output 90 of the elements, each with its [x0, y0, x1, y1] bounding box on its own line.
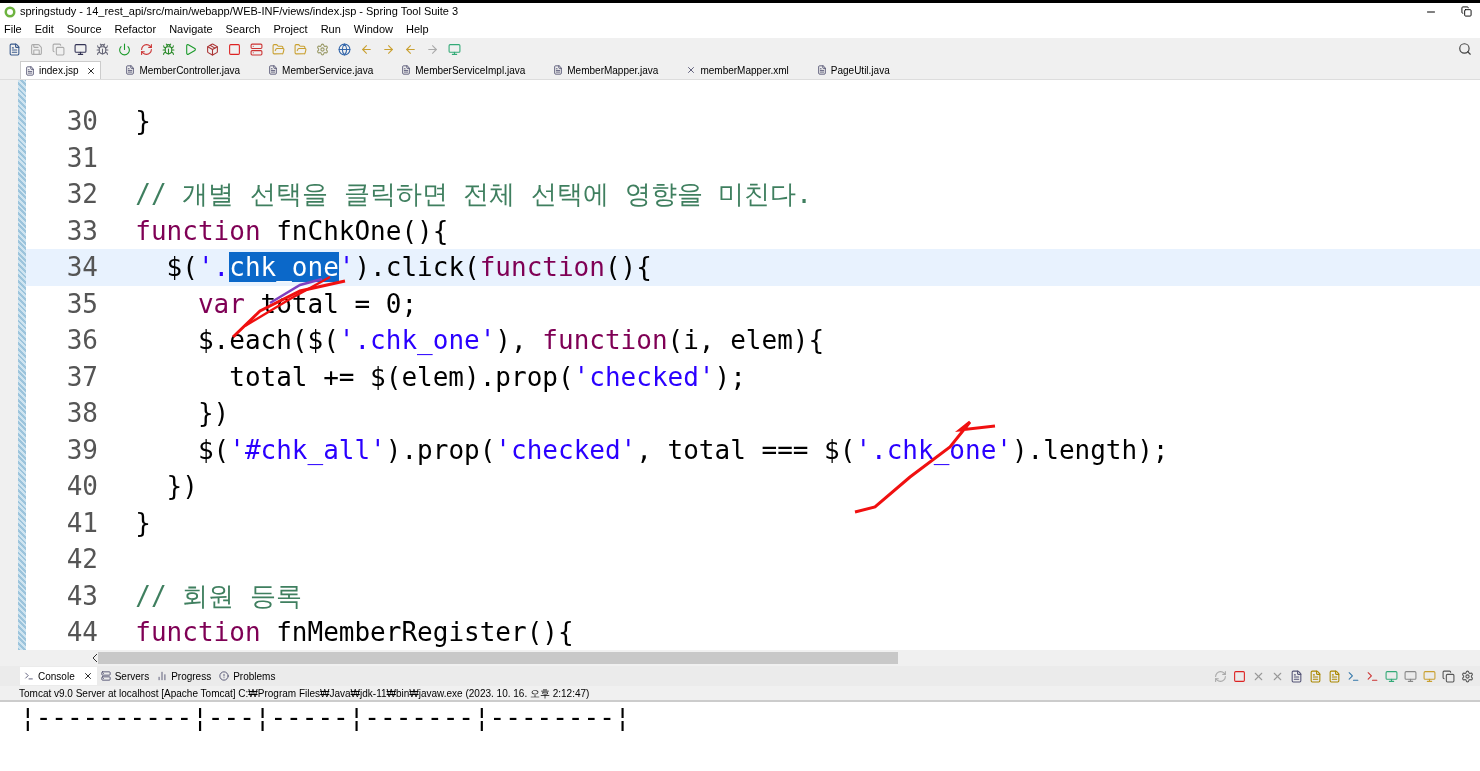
arrow-right-icon[interactable] [426, 42, 439, 56]
code-line: function fnChkOne(){ [134, 214, 449, 248]
menu-item[interactable]: Search [225, 20, 261, 38]
line-number: 31 [65, 141, 99, 175]
stop-icon[interactable] [1233, 669, 1246, 683]
folder-icon[interactable] [272, 42, 285, 56]
console-tab[interactable]: Progress [153, 667, 216, 685]
tab-icon [157, 671, 168, 681]
console-tab[interactable]: Console [20, 667, 97, 685]
line-number: 42 [65, 543, 99, 576]
line-number: 38 [65, 397, 99, 430]
document-icon[interactable] [1328, 669, 1341, 683]
line-number: 41 [65, 506, 99, 540]
refresh-icon[interactable] [140, 42, 153, 56]
line-number: 37 [65, 360, 99, 394]
code-line: // 회원 등록 [134, 579, 302, 613]
run-icon[interactable] [184, 42, 197, 56]
editor-tab[interactable]: MemberController.java [121, 61, 245, 79]
terminal-icon[interactable] [1347, 669, 1360, 683]
arrow-right-icon[interactable] [382, 42, 395, 56]
line-number: 36 [65, 324, 99, 357]
console-tab[interactable]: Problems [215, 667, 280, 685]
debug-icon[interactable] [162, 42, 175, 56]
menu-item[interactable]: Refactor [114, 20, 157, 38]
editor-tab[interactable]: memberMapper.xml [682, 61, 793, 79]
settings-icon[interactable] [1461, 669, 1474, 683]
console-header: Tomcat v9.0 Server at localhost [Apache Tomcat] C:₩Program Files₩Java₩jdk-11₩bin₩javaw.exe (2023. 10. 16. 오후 2:12:47) [19, 686, 590, 701]
code-line: }) [165, 470, 198, 503]
editor-tab[interactable]: MemberServiceImpl.java [397, 61, 530, 79]
server-icon[interactable] [250, 42, 263, 56]
menu-item[interactable]: File [4, 20, 22, 38]
code-line: } [134, 506, 151, 540]
monitor-icon[interactable] [74, 42, 87, 56]
code-line: // 개별 선택을 클릭하면 전체 선택에 영향을 미친다. [134, 178, 812, 211]
power-icon[interactable] [118, 42, 131, 56]
horizontal-scrollbar[interactable] [98, 652, 898, 664]
code-line: $('.chk_one').click(function(){ [165, 251, 652, 284]
sync-icon[interactable] [1214, 669, 1227, 683]
code-line: total += $(elem).prop('checked'); [228, 360, 746, 394]
menu-item[interactable]: Edit [34, 20, 54, 38]
menu-item[interactable]: Project [273, 20, 308, 38]
code-line: function fnMemberRegister(){ [134, 616, 574, 649]
scroll-left-icon[interactable] [92, 654, 98, 662]
tab-icon [219, 671, 230, 681]
stop-icon[interactable] [228, 42, 241, 56]
editor-tab[interactable]: MemberMapper.java [549, 61, 663, 79]
line-number: 39 [65, 433, 99, 467]
line-number: 40 [65, 470, 99, 503]
document-icon[interactable] [1309, 669, 1322, 683]
console-tab[interactable]: Servers [96, 667, 154, 685]
save-all-icon[interactable] [52, 42, 65, 56]
terminal-icon[interactable] [1366, 669, 1379, 683]
globe-icon[interactable] [338, 42, 351, 56]
tab-icon [100, 671, 111, 681]
folder-icon[interactable] [294, 42, 307, 56]
menu-item[interactable]: Help [406, 20, 429, 38]
line-number: 43 [65, 579, 99, 613]
line-number: 35 [65, 287, 99, 321]
menu-item[interactable]: Run [320, 20, 341, 38]
restore-icon[interactable] [1461, 6, 1472, 17]
arrow-left-icon[interactable] [404, 42, 417, 56]
close-icon[interactable] [82, 671, 93, 681]
menu-item[interactable]: Source [66, 20, 102, 38]
code-line: }) [196, 397, 230, 430]
code-line: $.each($('.chk_one'), function(i, elem){ [196, 324, 825, 357]
document-icon[interactable] [1290, 669, 1303, 683]
editor-tab[interactable]: MemberService.java [264, 61, 378, 79]
editor-tab[interactable]: index.jsp [20, 61, 102, 79]
tab-icon [24, 671, 34, 681]
bug-icon[interactable] [96, 42, 109, 56]
package-icon[interactable] [206, 42, 219, 56]
new-file-icon[interactable] [8, 42, 21, 56]
search-icon[interactable] [1458, 42, 1472, 56]
window-title: springstudy - 14_rest_api/src/main/webapp/WEB-INF/views/index.jsp - Spring Tool Suite 3 [20, 4, 460, 20]
app-logo-icon [4, 5, 16, 18]
code-line: } [134, 105, 151, 138]
editor-tab[interactable]: PageUtil.java [812, 61, 894, 79]
copy-icon[interactable] [1442, 669, 1455, 683]
save-icon[interactable] [30, 42, 43, 56]
arrow-left-icon[interactable] [360, 42, 373, 56]
menu-item[interactable]: Navigate [169, 20, 213, 38]
line-number: 30 [65, 105, 99, 138]
settings-icon[interactable] [316, 42, 329, 56]
line-number: 44 [65, 616, 99, 649]
console-output: ¦----------¦---¦-----¦-------¦--------¦ [20, 702, 631, 732]
close-icon[interactable] [86, 65, 97, 76]
menu-item[interactable]: Window [353, 20, 393, 38]
line-number: 32 [65, 178, 99, 211]
line-number: 34 [65, 251, 99, 284]
line-number: 33 [65, 214, 99, 248]
